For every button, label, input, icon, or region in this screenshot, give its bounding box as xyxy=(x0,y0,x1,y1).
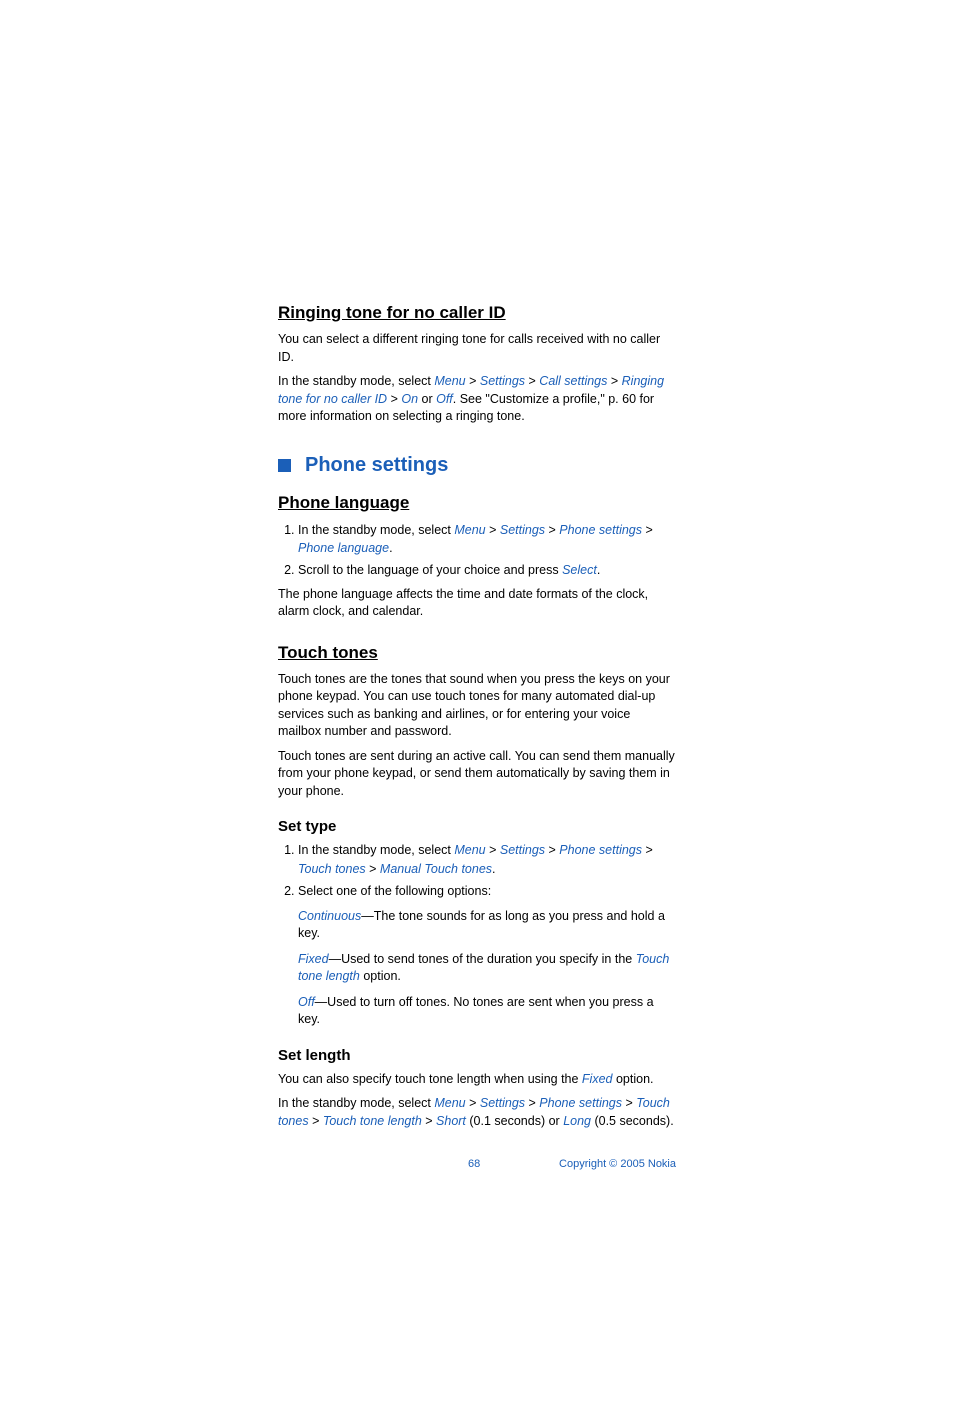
separator: > xyxy=(525,374,539,388)
separator: > xyxy=(366,862,380,876)
option-description: Off—Used to turn off tones. No tones are… xyxy=(298,994,676,1029)
menu-path-item: Select xyxy=(562,563,597,577)
menu-path-item: Settings xyxy=(480,1096,525,1110)
separator: > xyxy=(387,392,401,406)
list-item: Scroll to the language of your choice an… xyxy=(298,561,676,579)
separator: > xyxy=(607,374,621,388)
option-key: Continuous xyxy=(298,909,361,923)
menu-path-item: Menu xyxy=(454,843,485,857)
paragraph: In the standby mode, select Menu > Setti… xyxy=(278,1095,676,1130)
text: You can also specify touch tone length w… xyxy=(278,1072,582,1086)
menu-path-item: On xyxy=(401,392,418,406)
menu-path-item: Menu xyxy=(434,374,465,388)
page-number: 68 xyxy=(468,1158,480,1170)
square-bullet-icon xyxy=(278,459,291,472)
separator: > xyxy=(466,1096,480,1110)
text: option. xyxy=(613,1072,654,1086)
text: Scroll to the language of your choice an… xyxy=(298,563,562,577)
paragraph: You can also specify touch tone length w… xyxy=(278,1071,676,1089)
menu-path-item: Fixed xyxy=(582,1072,613,1086)
menu-path-item: Call settings xyxy=(539,374,607,388)
list-item: In the standby mode, select Menu > Setti… xyxy=(298,841,676,877)
option-key: Off xyxy=(298,995,315,1009)
option-description: Fixed—Used to send tones of the duration… xyxy=(298,951,676,986)
ordered-list: In the standby mode, select Menu > Setti… xyxy=(278,521,676,579)
separator: > xyxy=(525,1096,539,1110)
separator: > xyxy=(642,523,653,537)
menu-path-item: Settings xyxy=(500,843,545,857)
menu-path-item: Phone settings xyxy=(539,1096,622,1110)
text: In the standby mode, select xyxy=(278,1096,434,1110)
paragraph: Touch tones are sent during an active ca… xyxy=(278,748,676,801)
separator: > xyxy=(466,374,480,388)
menu-path-item: Touch tones xyxy=(298,862,366,876)
text: —Used to send tones of the duration you … xyxy=(329,952,636,966)
menu-path-item: Settings xyxy=(480,374,525,388)
separator: > xyxy=(486,843,500,857)
paragraph: The phone language affects the time and … xyxy=(278,586,676,621)
menu-path-item: Short xyxy=(436,1114,466,1128)
text: or xyxy=(418,392,436,406)
separator: > xyxy=(642,843,653,857)
menu-path-item: Phone language xyxy=(298,541,389,555)
text: In the standby mode, select xyxy=(298,523,454,537)
option-key: Fixed xyxy=(298,952,329,966)
menu-path-item: Menu xyxy=(434,1096,465,1110)
separator: > xyxy=(622,1096,636,1110)
menu-path-item: Off xyxy=(436,392,453,406)
heading-phone-language: Phone language xyxy=(278,493,676,513)
heading-ringing-tone: Ringing tone for no caller ID xyxy=(278,303,676,323)
heading-set-type: Set type xyxy=(278,818,676,835)
option-description: Continuous—The tone sounds for as long a… xyxy=(298,908,676,943)
text: (0.1 seconds) or xyxy=(466,1114,563,1128)
heading-touch-tones: Touch tones xyxy=(278,643,676,663)
separator: > xyxy=(486,523,500,537)
menu-path-item: Long xyxy=(563,1114,591,1128)
text: (0.5 seconds). xyxy=(591,1114,674,1128)
copyright: Copyright © 2005 Nokia xyxy=(559,1158,676,1170)
menu-path-item: Touch tone length xyxy=(323,1114,422,1128)
menu-path-item: Settings xyxy=(500,523,545,537)
ordered-list: In the standby mode, select Menu > Setti… xyxy=(278,841,676,899)
text: —Used to turn off tones. No tones are se… xyxy=(298,995,654,1027)
paragraph: Touch tones are the tones that sound whe… xyxy=(278,671,676,741)
heading-phone-settings: Phone settings xyxy=(278,454,676,477)
list-item: Select one of the following options: xyxy=(298,882,676,900)
manual-page: Ringing tone for no caller ID You can se… xyxy=(0,0,954,1420)
separator: > xyxy=(545,843,559,857)
menu-path-item: Phone settings xyxy=(559,843,642,857)
page-footer: 68 Copyright © 2005 Nokia xyxy=(278,1158,676,1170)
section-title: Phone settings xyxy=(305,454,448,477)
text: In the standby mode, select xyxy=(298,843,454,857)
menu-path-item: Manual Touch tones xyxy=(380,862,492,876)
text: option. xyxy=(360,969,401,983)
paragraph: In the standby mode, select Menu > Setti… xyxy=(278,373,676,426)
separator: > xyxy=(545,523,559,537)
paragraph: You can select a different ringing tone … xyxy=(278,331,676,366)
menu-path-item: Phone settings xyxy=(559,523,642,537)
text: In the standby mode, select xyxy=(278,374,434,388)
list-item: In the standby mode, select Menu > Setti… xyxy=(298,521,676,557)
separator: > xyxy=(309,1114,323,1128)
separator: > xyxy=(422,1114,436,1128)
heading-set-length: Set length xyxy=(278,1047,676,1064)
menu-path-item: Menu xyxy=(454,523,485,537)
